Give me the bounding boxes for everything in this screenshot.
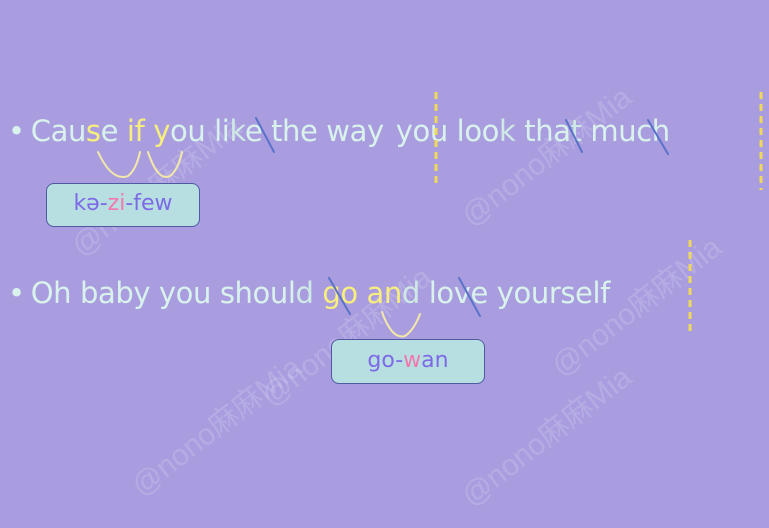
link-arc <box>147 151 183 178</box>
elision-slash <box>328 277 351 315</box>
elision-slashes <box>255 117 669 317</box>
elision-slash <box>565 119 583 153</box>
link-arcs <box>97 151 421 338</box>
link-arc <box>97 151 141 178</box>
annotation-overlay <box>97 92 763 338</box>
elision-slash <box>458 277 481 317</box>
lyric-slide: @nono麻麻Mia @nono麻麻Mia @nono麻麻Mia @nono麻麻… <box>0 0 769 528</box>
link-arc <box>381 311 421 338</box>
pause-markers <box>434 92 763 336</box>
elision-slash <box>647 119 669 155</box>
elision-slash <box>255 117 275 153</box>
